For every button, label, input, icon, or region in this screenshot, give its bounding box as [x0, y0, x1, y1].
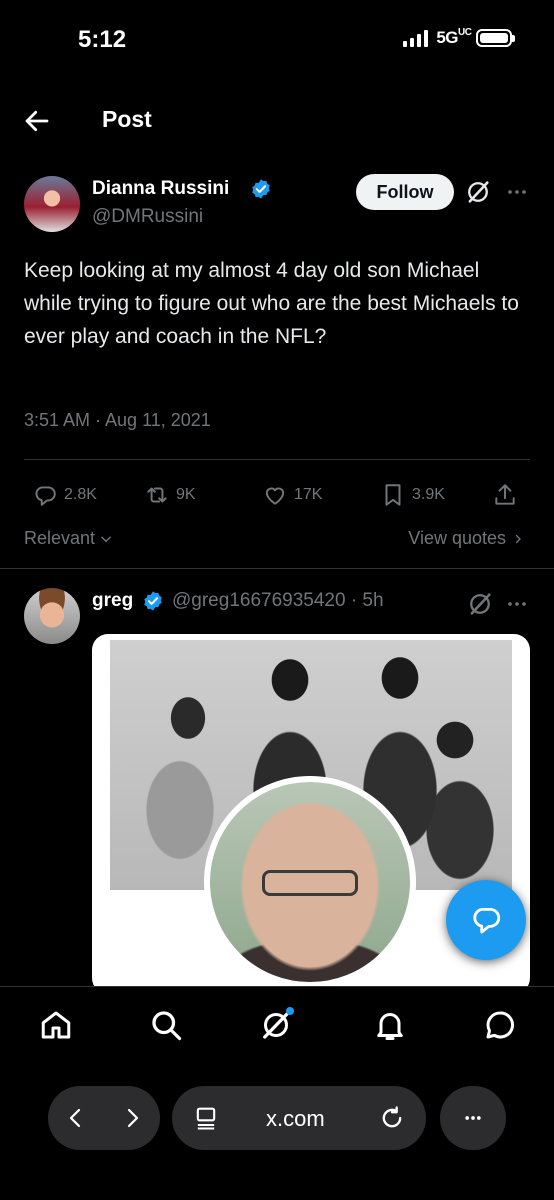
author-name[interactable]: Dianna Russini — [92, 178, 229, 200]
page-title: Post — [102, 106, 152, 132]
author-handle[interactable]: @DMRussini — [92, 206, 203, 228]
url-text: x.com — [266, 1106, 325, 1131]
chevron-right-icon — [515, 534, 521, 543]
browser-menu-button[interactable] — [440, 1086, 506, 1150]
reply-icon — [35, 486, 56, 506]
reader-mode-icon[interactable] — [192, 1104, 220, 1132]
search-icon — [152, 1011, 182, 1041]
view-quotes-link[interactable]: View quotes — [408, 528, 524, 549]
reply-author-handle[interactable]: @greg16676935420 · 5h — [172, 590, 384, 612]
author-avatar[interactable] — [24, 176, 80, 232]
compose-reply-button[interactable] — [446, 880, 526, 960]
bottom-nav — [0, 986, 554, 1066]
reply-count: 2.8K — [64, 486, 97, 503]
glasses-shape — [262, 870, 358, 896]
reload-icon[interactable] — [378, 1104, 406, 1132]
like-count: 17K — [294, 486, 323, 503]
verified-badge-icon — [252, 179, 270, 199]
reply-author-avatar[interactable] — [24, 588, 80, 644]
share-icon — [495, 484, 515, 505]
nav-messages[interactable] — [480, 1005, 520, 1045]
nav-notifications[interactable] — [370, 1005, 410, 1045]
browser-nav-arrows — [48, 1086, 160, 1150]
like-action[interactable]: 17K — [262, 482, 322, 508]
status-indicators: 5GUC — [403, 27, 515, 48]
status-bar: 5:12 5GUC — [0, 0, 554, 80]
tweet-actions: 2.8K 9K 17K 3.9K — [0, 476, 554, 516]
browser-toolbar: x.com — [0, 1066, 554, 1200]
bookmark-count: 3.9K — [412, 486, 445, 503]
grok-icon[interactable] — [464, 178, 492, 206]
nav-search[interactable] — [146, 1005, 186, 1045]
reply-action[interactable]: 2.8K — [32, 482, 97, 508]
tweet-timestamp[interactable]: 3:51 AM · Aug 11, 2021 — [24, 410, 211, 431]
nav-home[interactable] — [36, 1005, 76, 1045]
reply-author-name[interactable]: greg — [92, 590, 133, 612]
divider — [24, 459, 530, 460]
bookmark-icon — [385, 484, 401, 506]
chevron-down-icon — [101, 536, 111, 542]
message-bubble-icon — [486, 1011, 514, 1039]
repost-icon — [147, 487, 167, 503]
top-header: Post — [0, 96, 554, 144]
verified-badge-icon — [144, 591, 162, 611]
reply-bubble-icon — [473, 907, 501, 934]
divider — [0, 568, 554, 569]
more-options-icon[interactable] — [504, 592, 530, 616]
status-time: 5:12 — [78, 26, 127, 53]
repost-action[interactable]: 9K — [144, 482, 196, 508]
more-options-icon — [465, 1116, 481, 1120]
network-label: 5GUC — [436, 27, 472, 48]
notification-dot — [286, 1007, 294, 1015]
share-action[interactable] — [492, 482, 518, 508]
battery-icon — [476, 29, 515, 47]
sort-label: Relevant — [24, 528, 96, 548]
nav-grok[interactable] — [256, 1005, 296, 1045]
bookmark-action[interactable]: 3.9K — [380, 482, 445, 508]
heart-icon — [265, 487, 285, 505]
browser-back-icon[interactable] — [64, 1104, 88, 1132]
home-icon — [41, 1011, 71, 1039]
tweet-text: Keep looking at my almost 4 day old son … — [24, 259, 519, 348]
profile-photo — [204, 776, 416, 988]
grok-icon[interactable] — [466, 590, 494, 618]
more-options-icon[interactable] — [504, 180, 530, 204]
back-arrow-icon[interactable] — [22, 106, 52, 136]
bell-icon — [377, 1013, 403, 1040]
sort-replies-dropdown[interactable]: Relevant — [24, 528, 113, 549]
browser-forward-icon[interactable] — [120, 1104, 144, 1132]
view-quotes-label: View quotes — [408, 528, 506, 548]
repost-count: 9K — [176, 486, 196, 503]
signal-icon — [403, 29, 429, 47]
follow-button[interactable]: Follow — [356, 174, 454, 210]
address-bar[interactable]: x.com — [172, 1086, 426, 1150]
